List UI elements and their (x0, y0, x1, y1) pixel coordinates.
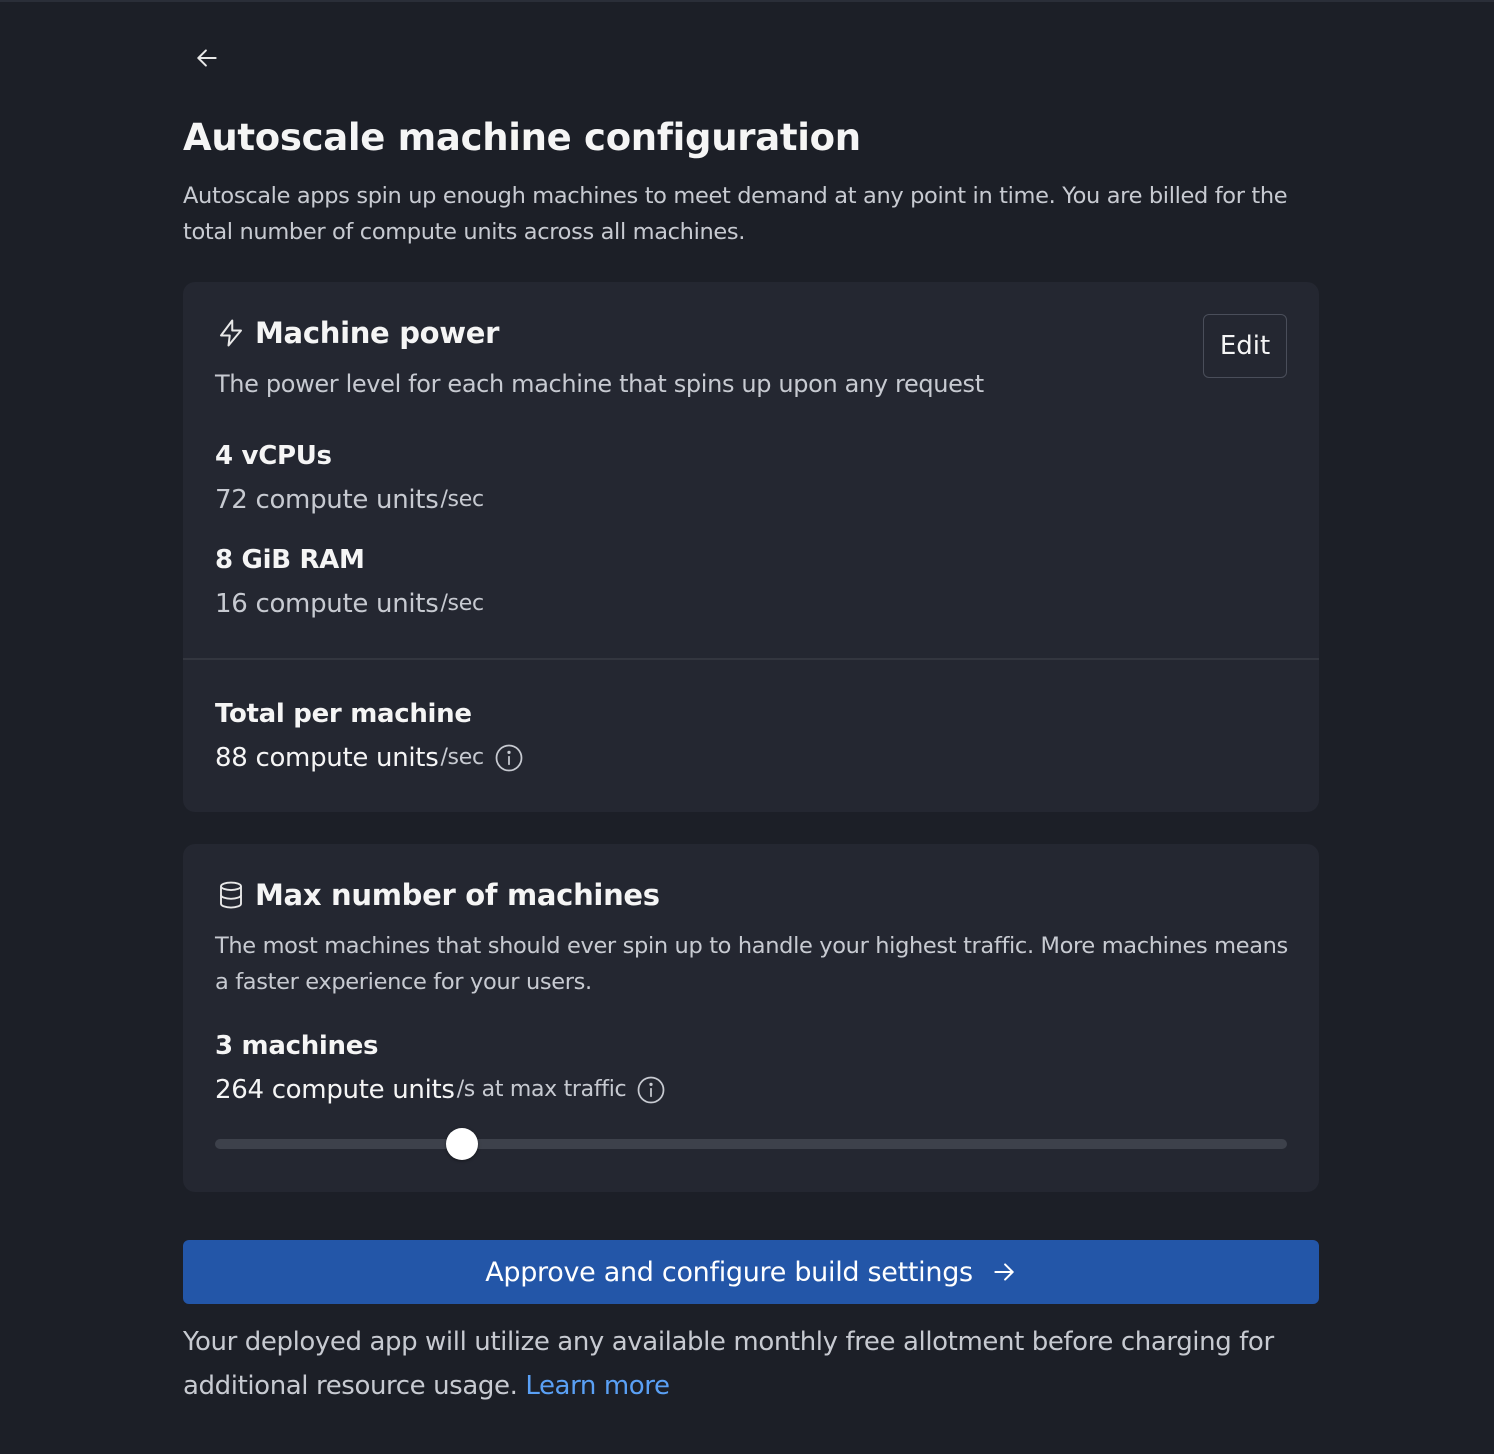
cpu-value-row: 72 compute units /sec (215, 484, 484, 516)
footer-text: Your deployed app will utilize any avail… (183, 1327, 1274, 1401)
arrow-right-icon (991, 1259, 1017, 1285)
database-icon (215, 879, 247, 911)
edit-button[interactable]: Edit (1203, 314, 1287, 378)
autoscale-config-page: Autoscale machine configuration Autoscal… (0, 0, 1494, 1454)
machines-value-row: 264 compute units /s at max traffic (215, 1074, 666, 1106)
max-machines-card: Max number of machines The most machines… (183, 844, 1319, 1192)
lightning-icon (215, 317, 247, 349)
page-subtitle: Autoscale apps spin up enough machines t… (183, 183, 1288, 245)
machines-spec: 3 machines 264 compute units /s at max t… (215, 1030, 666, 1106)
total-label: Total per machine (215, 699, 472, 729)
machine-power-description: The power level for each machine that sp… (215, 370, 984, 398)
slider-thumb[interactable] (445, 1128, 478, 1160)
total-spec: Total per machine 88 compute units /sec (215, 698, 524, 774)
cpu-label: 4 vCPUs (215, 441, 332, 471)
total-value-row: 88 compute units /sec (215, 742, 524, 774)
info-icon[interactable] (494, 743, 524, 773)
approve-button-label: Approve and configure build settings (485, 1256, 973, 1288)
machine-power-card: Machine power Edit The power level for e… (183, 282, 1319, 812)
max-compute-units: 264 compute units (215, 1075, 455, 1105)
max-machines-description: The most machines that should ever spin … (215, 933, 1288, 995)
machines-count-label: 3 machines (215, 1031, 379, 1061)
card-divider (183, 658, 1319, 660)
machine-power-heading: Machine power (255, 316, 500, 350)
ram-unit: /sec (440, 591, 484, 616)
max-unit: /s at max traffic (456, 1077, 627, 1102)
ram-compute-units: 16 compute units (215, 589, 439, 619)
cpu-unit: /sec (440, 487, 484, 512)
slider-track[interactable] (215, 1139, 1287, 1149)
machine-power-header: Machine power (215, 316, 499, 350)
footer-note: Your deployed app will utilize any avail… (183, 1320, 1323, 1408)
top-border (0, 0, 1494, 2)
approve-button[interactable]: Approve and configure build settings (183, 1240, 1319, 1304)
ram-label: 8 GiB RAM (215, 545, 365, 575)
ram-value-row: 16 compute units /sec (215, 588, 484, 620)
total-compute-units: 88 compute units (215, 743, 439, 773)
max-machines-slider[interactable] (215, 1126, 1287, 1162)
cpu-compute-units: 72 compute units (215, 485, 439, 515)
ram-spec: 8 GiB RAM 16 compute units /sec (215, 544, 484, 620)
arrow-left-icon (197, 49, 217, 67)
info-icon[interactable] (636, 1075, 666, 1105)
learn-more-link[interactable]: Learn more (525, 1371, 670, 1401)
page-title: Autoscale machine configuration (183, 116, 861, 159)
total-unit: /sec (440, 745, 484, 770)
max-machines-heading: Max number of machines (255, 878, 660, 912)
cpu-spec: 4 vCPUs 72 compute units /sec (215, 440, 484, 516)
back-button[interactable] (189, 40, 225, 76)
max-machines-header: Max number of machines (215, 878, 660, 912)
